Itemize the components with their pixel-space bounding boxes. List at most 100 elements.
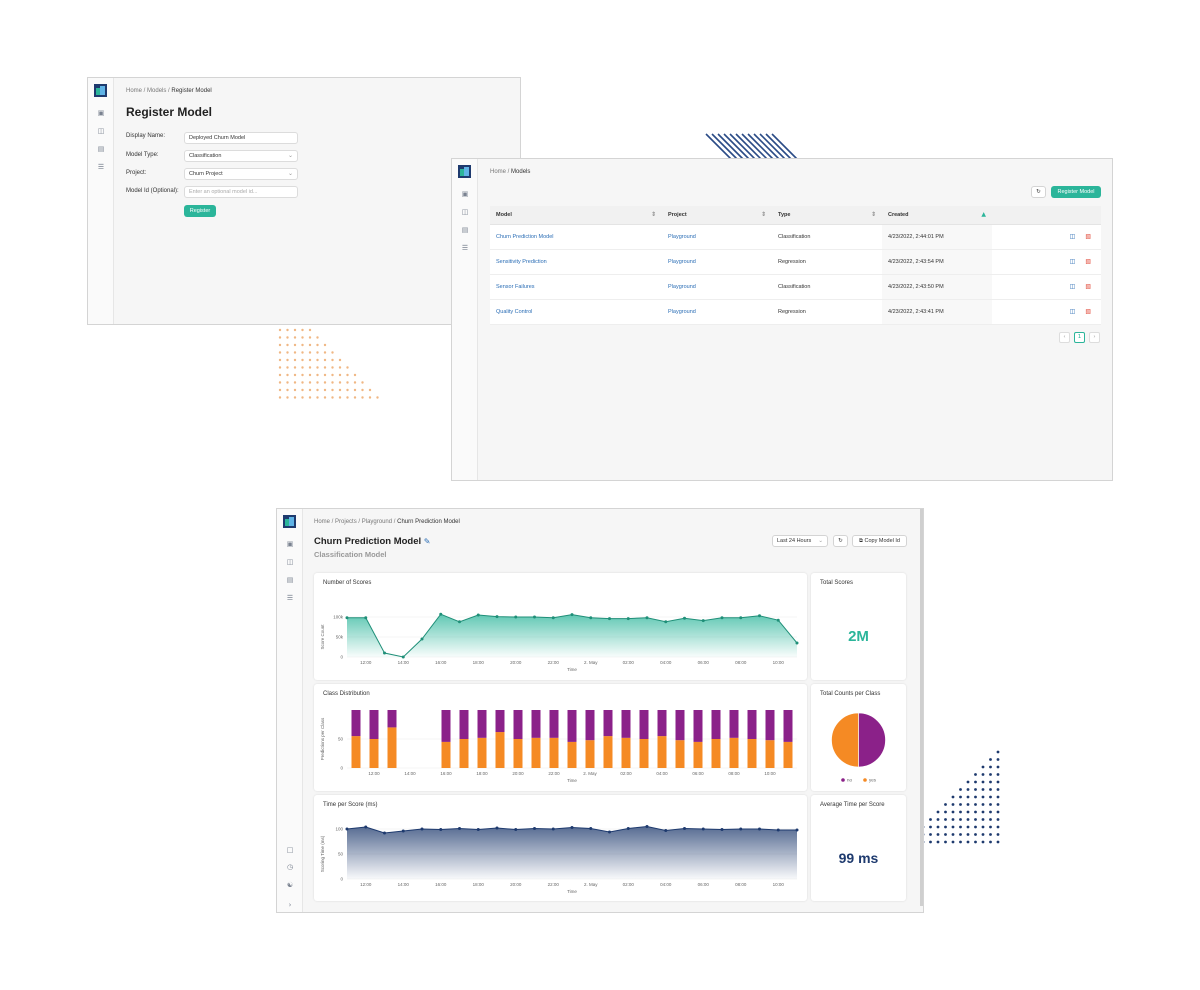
- dot: [278, 366, 282, 369]
- database-icon[interactable]: ▣: [460, 190, 470, 198]
- folder-open-icon[interactable]: ◫: [1070, 308, 1076, 315]
- data-point: [664, 829, 668, 832]
- y-axis-label: Scoring Time (ms): [320, 835, 325, 872]
- list-icon[interactable]: ☰: [285, 594, 295, 602]
- display-name-input[interactable]: Deployed Churn Model: [184, 132, 298, 144]
- delete-icon[interactable]: ▧: [1085, 283, 1091, 290]
- project-link[interactable]: Playground: [662, 274, 772, 300]
- dot: [996, 788, 1000, 791]
- data-point: [420, 827, 424, 831]
- dot: [974, 803, 977, 806]
- model-link[interactable]: Sensor Failures: [490, 274, 662, 300]
- project-link[interactable]: Playground: [662, 249, 772, 275]
- dot: [293, 373, 297, 377]
- bar-yes: [657, 736, 667, 768]
- folder-open-icon[interactable]: ◫: [1070, 233, 1076, 240]
- y-axis-label: Predictions per Class: [320, 717, 325, 760]
- delete-icon[interactable]: ▧: [1085, 233, 1091, 240]
- breadcrumb-home[interactable]: Home: [314, 519, 330, 525]
- register-button[interactable]: Register: [184, 205, 216, 217]
- refresh-button[interactable]: ↻: [1031, 186, 1046, 198]
- column-header-created[interactable]: Created ▲: [882, 206, 992, 225]
- dot: [996, 840, 1000, 844]
- dot: [368, 388, 372, 392]
- breadcrumb-home[interactable]: Home: [126, 88, 142, 94]
- copy-model-id-button[interactable]: ⧉ Copy Model Id: [852, 535, 907, 547]
- chart-icon[interactable]: ▤: [285, 576, 295, 584]
- sort-icon[interactable]: ⇕: [651, 211, 656, 218]
- bar-yes: [621, 737, 631, 768]
- next-page-button[interactable]: ›: [1089, 332, 1100, 343]
- dot: [981, 795, 985, 799]
- y-tick-label: 100k: [333, 615, 344, 620]
- edit-pencil-icon[interactable]: ✎: [424, 537, 431, 546]
- dot: [929, 833, 932, 836]
- delete-icon[interactable]: ▧: [1085, 308, 1091, 315]
- breadcrumb-playground[interactable]: Playground: [362, 519, 392, 525]
- dot: [301, 373, 304, 377]
- folder-open-icon[interactable]: ◫: [1070, 283, 1076, 290]
- model-link[interactable]: Churn Prediction Model: [490, 224, 662, 250]
- data-point: [701, 619, 705, 623]
- column-header-model[interactable]: Model ⇕: [490, 206, 662, 225]
- chat-icon[interactable]: □: [285, 846, 295, 854]
- dot: [981, 840, 985, 844]
- clock-icon[interactable]: ◷: [285, 863, 295, 871]
- breadcrumb-projects[interactable]: Projects: [335, 519, 357, 525]
- app-logo-icon: [283, 515, 296, 528]
- refresh-button[interactable]: ↻: [833, 535, 848, 547]
- database-icon[interactable]: ▣: [285, 540, 295, 548]
- breadcrumb-models[interactable]: Models: [147, 88, 166, 94]
- register-model-button[interactable]: Register Model: [1051, 186, 1101, 198]
- model-link[interactable]: Quality Control: [490, 299, 662, 325]
- model-type-select[interactable]: Classification ⌄: [184, 150, 298, 162]
- x-tick-label: 08:00: [735, 882, 747, 887]
- dot: [989, 840, 992, 844]
- project-link[interactable]: Playground: [662, 224, 772, 250]
- user-icon[interactable]: ☯: [285, 881, 295, 889]
- dot: [278, 328, 282, 332]
- scrollbar[interactable]: [920, 509, 923, 906]
- project-link[interactable]: Playground: [662, 299, 772, 325]
- folder-icon[interactable]: ◫: [460, 208, 470, 216]
- prev-page-button[interactable]: ‹: [1059, 332, 1070, 343]
- column-header-type[interactable]: Type ⇕: [772, 206, 882, 225]
- sort-icon[interactable]: ⇕: [871, 211, 876, 218]
- dot: [338, 381, 342, 384]
- folder-open-icon[interactable]: ◫: [1070, 258, 1076, 265]
- database-icon[interactable]: ▣: [96, 109, 106, 117]
- project-select[interactable]: Churn Project ⌄: [184, 168, 298, 180]
- sidebar: ▣ ◫ ▤ ☰ □ ◷ ☯ ›: [277, 509, 303, 912]
- list-icon[interactable]: ☰: [460, 244, 470, 252]
- expand-sidebar-icon[interactable]: ›: [285, 901, 295, 909]
- number-of-scores-chart: 0 50k 100k 12:00 14:00 16:00 18:00 20:00 22:00 2.…: [320, 612, 799, 672]
- chart-icon[interactable]: ▤: [96, 145, 106, 153]
- column-header-project[interactable]: Project ⇕: [662, 206, 772, 225]
- model-id-input[interactable]: Enter an optional model id...: [184, 186, 298, 198]
- dot: [308, 328, 312, 332]
- folder-icon[interactable]: ◫: [96, 127, 106, 135]
- list-icon[interactable]: ☰: [96, 163, 106, 171]
- data-point: [776, 828, 780, 832]
- page-number-button[interactable]: 1: [1074, 332, 1085, 343]
- dot: [989, 773, 992, 776]
- delete-icon[interactable]: ▧: [1085, 258, 1091, 265]
- dot: [293, 336, 297, 339]
- x-tick-label: 14:00: [398, 882, 410, 887]
- dot: [316, 358, 319, 362]
- time-range-select[interactable]: Last 24 Hours ⌄: [772, 535, 828, 547]
- breadcrumb-home[interactable]: Home: [490, 169, 506, 175]
- data-point: [364, 616, 368, 620]
- dot: [286, 343, 289, 347]
- sort-icon[interactable]: ▲: [981, 211, 986, 218]
- x-tick-label: 22:00: [548, 882, 560, 887]
- x-tick-label: 04:00: [656, 771, 668, 776]
- chart-icon[interactable]: ▤: [460, 226, 470, 234]
- dot: [286, 351, 289, 354]
- dot: [293, 366, 297, 369]
- folder-icon[interactable]: ◫: [285, 558, 295, 566]
- dot: [323, 366, 327, 369]
- model-link[interactable]: Sensitivity Prediction: [490, 249, 662, 275]
- data-point: [551, 616, 555, 620]
- sort-icon[interactable]: ⇕: [761, 211, 766, 218]
